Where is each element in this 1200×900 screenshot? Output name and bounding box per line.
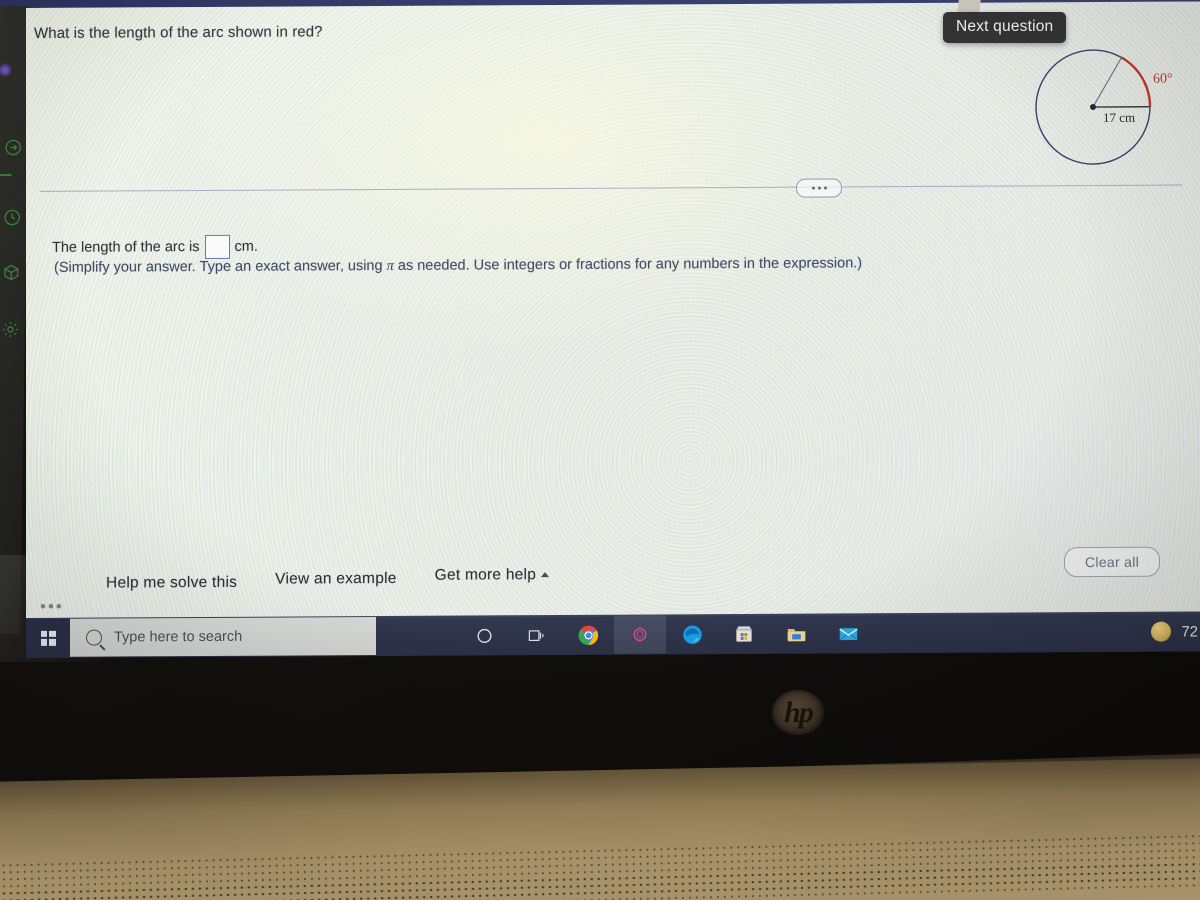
instruction-part-2: as needed. Use integers or fractions for…: [397, 255, 863, 274]
handle-dot: [811, 186, 815, 190]
cortana-icon[interactable]: [458, 616, 510, 654]
search-icon: [86, 629, 102, 646]
get-more-help-link[interactable]: Get more help: [434, 566, 550, 585]
answer-input[interactable]: [204, 234, 230, 260]
instruction-part-1: (Simplify your answer. Type an exact ans…: [54, 258, 383, 276]
handle-dot: [823, 186, 827, 190]
help-bar: Help me solve this View an example Get m…: [106, 558, 550, 592]
microsoft-store-icon[interactable]: [718, 615, 770, 653]
gear-icon[interactable]: [0, 316, 23, 342]
edge-icon[interactable]: [666, 615, 718, 653]
cube-icon[interactable]: [0, 259, 24, 285]
laptop-photo: What is the length of the arc shown in r…: [0, 0, 1200, 900]
section-divider: [40, 184, 1182, 192]
hp-logo: hp: [772, 690, 824, 735]
arrow-circle-icon[interactable]: [0, 134, 26, 160]
weather-sun-icon[interactable]: [1151, 621, 1172, 642]
windows-start-icon[interactable]: [26, 618, 70, 657]
radius-angled: [1092, 57, 1122, 108]
taskbar-tray: 72: [1151, 621, 1200, 642]
question-text: What is the length of the arc shown in r…: [34, 23, 323, 42]
clear-all-button[interactable]: Clear all: [1064, 546, 1161, 578]
task-view-icon[interactable]: [510, 616, 562, 654]
taskbar-items: [458, 614, 874, 654]
search-input[interactable]: Type here to search: [70, 617, 376, 657]
view-an-example-link[interactable]: View an example: [275, 570, 397, 589]
get-more-help-label: Get more help: [434, 566, 537, 584]
next-question-tooltip[interactable]: Next question: [943, 12, 1067, 43]
handle-dot: [817, 186, 821, 190]
overflow-dots[interactable]: •••: [40, 597, 64, 617]
center-point: [1090, 104, 1096, 111]
answer-instruction: (Simplify your answer. Type an exact ans…: [54, 255, 862, 277]
laptop-screen: What is the length of the arc shown in r…: [0, 0, 1200, 662]
pi-symbol: π: [386, 257, 394, 274]
angle-label: 60°: [1153, 71, 1173, 87]
tray-temperature: 72: [1181, 622, 1198, 641]
mail-icon[interactable]: [822, 614, 874, 652]
answer-prompt-label: The length of the arc is: [52, 239, 200, 256]
clock-icon[interactable]: [0, 204, 25, 230]
red-arc: [1120, 56, 1152, 107]
file-explorer-icon[interactable]: [770, 615, 822, 653]
ellipsis-handle[interactable]: [796, 178, 842, 198]
answer-prompt-row: The length of the arc is cm.: [52, 234, 258, 260]
search-placeholder: Type here to search: [114, 628, 243, 646]
rail-indicator-dot: [0, 64, 12, 76]
chrome-icon[interactable]: [562, 616, 614, 654]
radius-label: 17 cm: [1103, 109, 1136, 125]
divider-icon: [0, 174, 12, 176]
caret-up-icon: [541, 572, 550, 578]
arc-figure: 60° 17 cm: [1031, 29, 1200, 190]
answer-unit-label: cm.: [234, 238, 258, 255]
courseware-content-area: What is the length of the arc shown in r…: [26, 1, 1200, 621]
windows-taskbar: Type here to search 72: [26, 611, 1200, 658]
help-me-solve-this-link[interactable]: Help me solve this: [106, 574, 237, 593]
pink-app-icon[interactable]: [614, 615, 666, 654]
